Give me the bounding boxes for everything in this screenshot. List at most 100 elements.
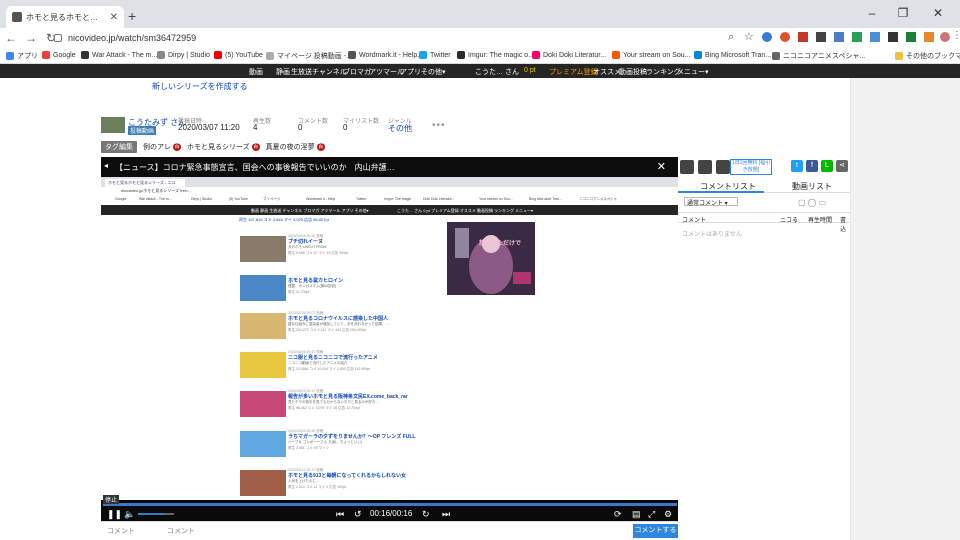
col-posted[interactable]: 書込 [840,215,850,233]
pause-icon[interactable]: ❚❚ [107,509,122,520]
dic-icon[interactable]: 百 [316,142,325,151]
new-tab-button[interactable]: + [128,8,136,24]
extension-icon[interactable] [798,32,808,42]
col-nicoru[interactable]: ニコる [780,215,798,224]
bookmark-item[interactable]: アプリ [6,51,38,61]
browser-tab[interactable]: ホモと見るホモと見るシリーズ - ニコニ ✕ [6,6,124,28]
nav-seiga[interactable]: 静画 [276,67,290,77]
close-icon[interactable]: ✕ [657,160,666,173]
settings-gear-icon[interactable]: ⚙ [664,509,672,520]
tag-item[interactable]: ホモと見るシリーズ百 [187,142,260,152]
omnibox-url[interactable]: nicovideo.jp/watch/sm36472959 [68,33,196,43]
create-series-link[interactable]: 新しいシリーズを作成する [152,81,248,92]
bookmark-item[interactable]: ニコニコアニメスペシャ... [772,51,865,61]
bookmark-item[interactable]: Twitter [419,51,451,59]
nav-recommend[interactable]: オススメ [593,67,621,77]
nav-premium[interactable]: プレミアム登録 [549,67,598,77]
comment-type-select[interactable]: 通常コメント ▾ [684,197,738,207]
seek-bar[interactable] [103,503,677,506]
maximize-button[interactable]: ❐ [893,6,913,20]
bookmark-item[interactable]: Your stream on Sou... [612,51,690,59]
frame-nico-nav: 動画 静画 生放送 チャンネル ブロマガ アツマール アプリ その他▾ こうた…… [101,205,678,215]
nav-channel[interactable]: チャンネル [312,67,347,77]
bookmark-item[interactable]: (5) YouTube [214,51,263,59]
skip-start-icon[interactable]: ⏮ [336,509,344,520]
extension-icon[interactable] [762,32,772,42]
col-comment[interactable]: コメント [682,215,706,224]
tag-item[interactable]: 真夏の夜の淫夢百 [266,142,325,152]
nicoad-icon[interactable] [716,160,730,174]
bookmark-item[interactable]: Google [42,51,76,59]
col-time[interactable]: 再生時間 [808,215,832,224]
more-options-icon[interactable]: ••• [432,120,446,131]
video-thumbnail [240,352,286,378]
close-window-button[interactable]: ✕ [928,6,948,20]
extension-icon[interactable] [834,32,844,42]
nav-douga[interactable]: 動画 [249,67,263,77]
post-comment-button[interactable]: コメントする [633,524,678,538]
close-tab-icon[interactable]: ✕ [110,12,118,23]
comment-command-label[interactable]: コメント [107,526,135,536]
nico-favicon [12,12,22,22]
extension-icon[interactable] [888,32,898,42]
chevron-left-icon[interactable]: ◂ [104,161,108,170]
bookmark-item[interactable]: Imgur: The magic o... [457,51,534,59]
volume-slider[interactable] [138,513,174,515]
tab-video-list[interactable]: 動画リスト [792,181,832,192]
search-icon[interactable]: ⌕ [728,31,734,44]
nav-user[interactable]: こうた… さん [475,67,519,77]
bookmark-item[interactable]: Wordmark.it - Help... [348,51,423,59]
line-icon[interactable]: L [821,160,833,172]
nav-atsumaru[interactable]: アツマール [369,67,404,77]
campaign-banner[interactable]: 1日1回無料 [福引き放題] [730,159,772,175]
forward-icon[interactable]: ↻ [422,509,430,520]
skip-end-icon[interactable]: ⏭ [442,509,450,520]
news-icon[interactable] [698,160,712,174]
comment-toggle-icon[interactable]: ▤ [632,509,641,520]
extension-icon[interactable] [924,32,934,42]
browser-menu-icon[interactable]: ⋮ [952,30,960,41]
twitter-icon[interactable]: t [791,160,803,172]
code-extension-icon[interactable] [816,32,826,42]
uploader-avatar[interactable] [101,117,125,133]
extension-icon[interactable] [906,32,916,42]
nav-more[interactable]: その他▾ [421,67,446,77]
panel-toolbar-icons[interactable]: ▢◯▭ [798,198,828,207]
back-button[interactable]: ← [2,31,20,45]
omnibox[interactable]: nicovideo.jp/watch/sm36472959 [54,30,726,46]
bookmark-item-other[interactable]: その他のブックマーク [895,51,960,61]
nav-app[interactable]: アプリ [400,67,421,77]
extension-icon[interactable] [870,32,880,42]
nav-menu[interactable]: メニュー▾ [677,67,709,77]
extension-icon[interactable] [852,32,862,42]
forward-button[interactable]: → [22,31,40,45]
bookmark-item[interactable]: Dirpy | Studio [157,51,210,59]
star-icon[interactable]: ☆ [744,30,754,43]
tag-item[interactable]: 例のアレ百 [143,142,181,152]
bookmark-item[interactable]: Doki Doki Literatur... [532,51,606,59]
dic-icon[interactable]: 百 [173,142,181,151]
volume-icon[interactable]: 🔈 [124,509,135,520]
browser-tab-title: ホモと見るホモと見るシリーズ - ニコニ [26,12,106,22]
bookmark-item[interactable]: War Attack - The m... [81,51,157,59]
bookmark-item[interactable]: Bing Microsoft Tran... [694,51,771,59]
facebook-icon[interactable]: f [806,160,818,172]
nav-upload[interactable]: 動画投稿 [619,67,647,77]
meta-genre[interactable]: その他 [388,123,412,134]
fullscreen-icon[interactable]: ⤢ [648,509,655,520]
bookmark-item[interactable]: マイページ 投稿動画 -... [266,51,352,61]
nav-blomaga[interactable]: ブロマガ [343,67,371,77]
nav-live[interactable]: 生放送 [291,67,312,77]
minimize-button[interactable]: – [862,6,882,20]
player-ticker-title[interactable]: 【ニュース】コロナ緊急事態宣言、国会への事後報告でいいのか 内山弁護… [115,162,395,173]
screenshot-icon[interactable] [680,160,694,174]
profile-avatar[interactable] [940,32,950,42]
comment-input[interactable]: コメント [167,526,195,536]
rewind-icon[interactable]: ↺ [354,509,362,520]
share-icon[interactable]: ⋖ [836,160,848,172]
dic-icon[interactable]: 百 [251,142,260,151]
nav-ranking[interactable]: ランキング [646,67,681,77]
tag-edit-button[interactable]: タグ編集 [101,140,137,153]
loop-icon[interactable]: ⟳ [614,509,622,520]
extension-icon[interactable] [780,32,790,42]
